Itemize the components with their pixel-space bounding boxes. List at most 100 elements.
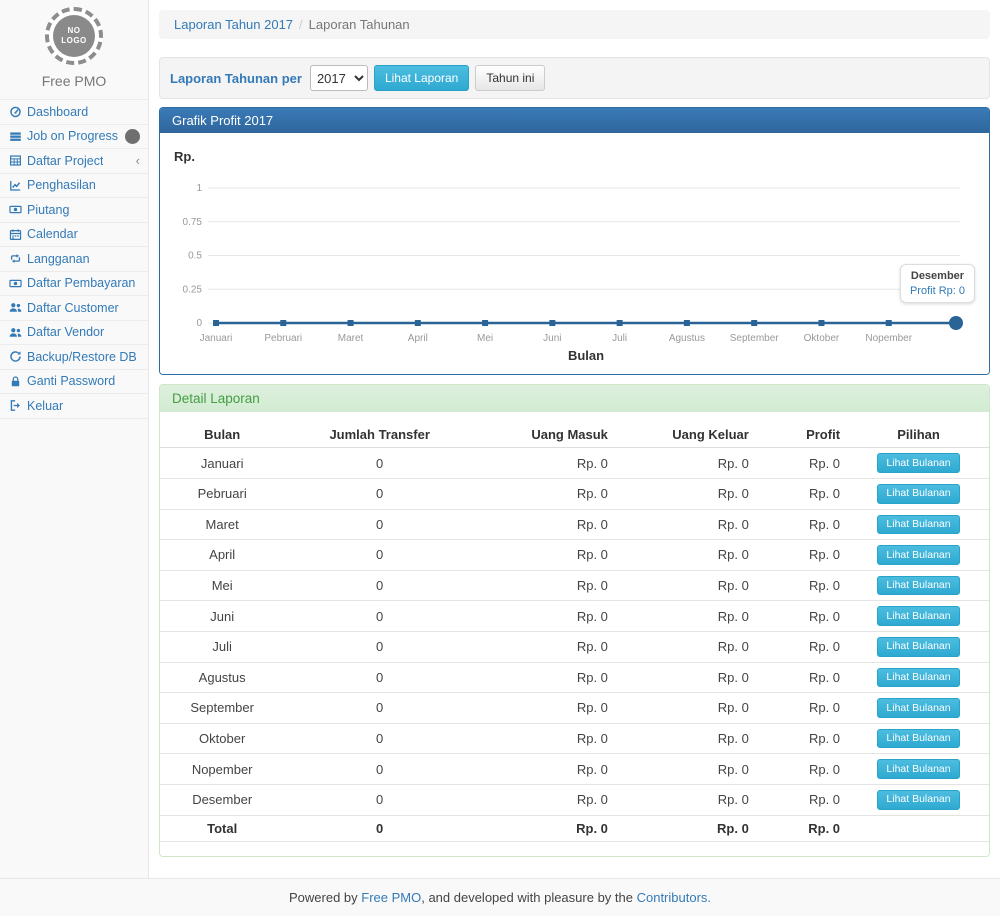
breadcrumb-link-laporan-tahun[interactable]: Laporan Tahun 2017 [174, 17, 293, 32]
view-monthly-button[interactable]: Lihat Bulanan [877, 576, 959, 596]
cell-profit: Rp. 0 [757, 509, 848, 540]
detail-panel-body: Bulan Jumlah Transfer Uang Masuk Uang Ke… [160, 412, 989, 855]
sidebar-item-daftar-customer[interactable]: Daftar Customer [0, 296, 148, 321]
view-monthly-button[interactable]: Lihat Bulanan [877, 668, 959, 688]
cell-profit: Rp. 0 [757, 784, 848, 815]
sidebar-item-job-on-progress[interactable]: Job on Progress [0, 125, 148, 150]
table-row: Nopember 0 Rp. 0 Rp. 0 Rp. 0 Lihat Bulan… [160, 754, 989, 785]
cell-uang-masuk: Rp. 0 [475, 754, 616, 785]
money-icon [9, 203, 22, 216]
detail-report-panel: Detail Laporan Bulan Jumlah Transfer Uan… [159, 384, 990, 856]
retweet-icon [9, 252, 22, 265]
cell-uang-masuk: Rp. 0 [475, 478, 616, 509]
view-monthly-button[interactable]: Lihat Bulanan [877, 484, 959, 504]
cell-profit: Rp. 0 [757, 601, 848, 632]
sidebar-nav: Dashboard Job on Progress Daftar Project… [0, 99, 148, 419]
cell-uang-keluar: Rp. 0 [616, 693, 757, 724]
sidebar-item-dashboard[interactable]: Dashboard [0, 100, 148, 125]
cell-uang-keluar: Rp. 0 [616, 784, 757, 815]
sidebar-item-backup-restore-db[interactable]: Backup/Restore DB [0, 345, 148, 370]
profit-line-chart: Rp.00.250.50.751JanuariPebruariMaretApri… [170, 143, 978, 364]
cell-bulan: Desember [160, 784, 284, 815]
svg-text:Agustus: Agustus [669, 333, 705, 344]
breadcrumb-current: Laporan Tahunan [309, 17, 410, 32]
view-report-button[interactable]: Lihat Laporan [374, 65, 469, 91]
cell-profit: Rp. 0 [757, 540, 848, 571]
table-row: Mei 0 Rp. 0 Rp. 0 Rp. 0 Lihat Bulanan [160, 570, 989, 601]
this-year-button[interactable]: Tahun ini [475, 65, 545, 91]
app-name: Free PMO [0, 73, 148, 89]
cell-uang-masuk: Rp. 0 [475, 784, 616, 815]
view-monthly-button[interactable]: Lihat Bulanan [877, 698, 959, 718]
sidebar-item-penghasilan[interactable]: Penghasilan [0, 174, 148, 199]
view-monthly-button[interactable]: Lihat Bulanan [877, 790, 959, 810]
cell-uang-masuk: Rp. 0 [475, 570, 616, 601]
sidebar-item-keluar[interactable]: Keluar [0, 394, 148, 419]
svg-text:0.25: 0.25 [183, 285, 203, 296]
cell-jumlah-transfer: 0 [284, 784, 475, 815]
sidebar-item-daftar-project[interactable]: Daftar Project ‹ [0, 149, 148, 174]
view-monthly-button[interactable]: Lihat Bulanan [877, 545, 959, 565]
sidebar-item-calendar[interactable]: Calendar [0, 223, 148, 248]
sidebar-item-langganan[interactable]: Langganan [0, 247, 148, 272]
cell-jumlah-transfer: 0 [284, 570, 475, 601]
cell-profit: Rp. 0 [757, 754, 848, 785]
chart-panel-title: Grafik Profit 2017 [160, 108, 989, 133]
cell-uang-keluar: Rp. 0 [616, 448, 757, 479]
no-logo-seal: NO LOGO [45, 7, 103, 65]
svg-text:0.5: 0.5 [188, 251, 202, 262]
cell-jumlah-transfer: 0 [284, 662, 475, 693]
cell-uang-keluar: Rp. 0 [616, 601, 757, 632]
sidebar: NO LOGO Free PMO Dashboard Job on Progre… [0, 0, 149, 878]
money-icon [9, 277, 22, 290]
table-row: Pebruari 0 Rp. 0 Rp. 0 Rp. 0 Lihat Bulan… [160, 478, 989, 509]
sidebar-item-ganti-password[interactable]: Ganti Password [0, 370, 148, 395]
sidebar-item-daftar-pembayaran[interactable]: Daftar Pembayaran [0, 272, 148, 297]
cell-jumlah-transfer: 0 [284, 540, 475, 571]
cell-jumlah-transfer: 0 [284, 509, 475, 540]
sidebar-item-piutang[interactable]: Piutang [0, 198, 148, 223]
line-chart-icon [9, 179, 22, 192]
cell-uang-masuk: Rp. 0 [475, 631, 616, 662]
cell-bulan: Juni [160, 601, 284, 632]
view-monthly-button[interactable]: Lihat Bulanan [877, 606, 959, 626]
footer-link-contributors[interactable]: Contributors. [637, 890, 711, 905]
cell-uang-masuk: Rp. 0 [475, 662, 616, 693]
view-monthly-button[interactable]: Lihat Bulanan [877, 637, 959, 657]
chevron-left-icon: ‹ [136, 154, 140, 167]
cell-jumlah-transfer: 0 [284, 723, 475, 754]
chart-panel-body: Rp.00.250.50.751JanuariPebruariMaretApri… [160, 133, 989, 374]
breadcrumb: Laporan Tahun 2017 / Laporan Tahunan [159, 10, 990, 39]
sign-out-icon [9, 399, 22, 412]
dashboard-icon [9, 105, 22, 118]
cell-profit: Rp. 0 [757, 723, 848, 754]
cell-profit: Rp. 0 [757, 693, 848, 724]
view-monthly-button[interactable]: Lihat Bulanan [877, 453, 959, 473]
svg-text:Rp.: Rp. [174, 149, 195, 164]
cell-uang-keluar: Rp. 0 [616, 631, 757, 662]
breadcrumb-separator: / [299, 17, 303, 32]
footer-link-free-pmo[interactable]: Free PMO [361, 890, 421, 905]
svg-text:Maret: Maret [338, 333, 364, 344]
cell-bulan: Nopember [160, 754, 284, 785]
view-monthly-button[interactable]: Lihat Bulanan [877, 759, 959, 779]
users-icon [9, 326, 22, 339]
cell-profit: Rp. 0 [757, 448, 848, 479]
col-header-uang-keluar: Uang Keluar [616, 422, 757, 448]
view-monthly-button[interactable]: Lihat Bulanan [877, 729, 959, 749]
sidebar-item-daftar-vendor[interactable]: Daftar Vendor [0, 321, 148, 346]
cell-jumlah-transfer: 0 [284, 631, 475, 662]
table-row: Juni 0 Rp. 0 Rp. 0 Rp. 0 Lihat Bulanan [160, 601, 989, 632]
cell-uang-keluar: Rp. 0 [616, 478, 757, 509]
year-select[interactable]: 2017 [310, 65, 368, 91]
profit-chart-panel: Grafik Profit 2017 Rp.00.250.50.751Janua… [159, 107, 990, 375]
view-monthly-button[interactable]: Lihat Bulanan [877, 515, 959, 535]
cell-bulan: April [160, 540, 284, 571]
table-row: Desember 0 Rp. 0 Rp. 0 Rp. 0 Lihat Bulan… [160, 784, 989, 815]
table-header-row: Bulan Jumlah Transfer Uang Masuk Uang Ke… [160, 422, 989, 448]
cell-uang-keluar: Rp. 0 [616, 509, 757, 540]
cell-uang-keluar: Rp. 0 [616, 570, 757, 601]
svg-text:September: September [730, 333, 780, 344]
svg-text:Januari: Januari [200, 333, 233, 344]
cell-uang-keluar: Rp. 0 [616, 723, 757, 754]
